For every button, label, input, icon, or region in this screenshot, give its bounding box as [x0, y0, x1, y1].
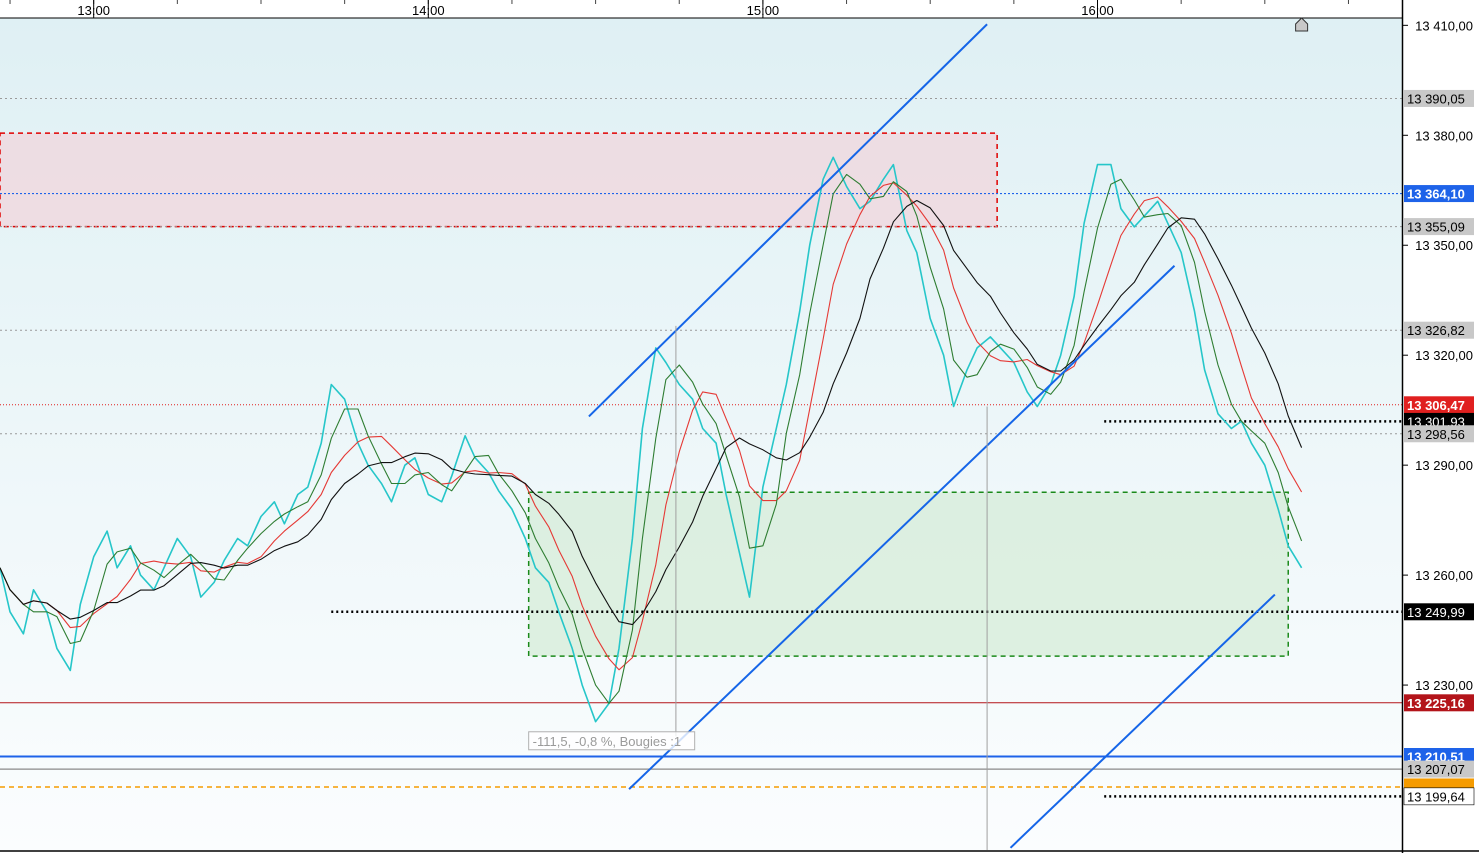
price-tag-label-7: 13 249,99 — [1407, 605, 1465, 620]
x-tick-label-1: 14:00 — [412, 3, 445, 18]
price-tag-label-3: 13 326,82 — [1407, 323, 1465, 338]
price-tag-label-0: 13 390,05 — [1407, 91, 1465, 106]
price-tag-label-4: 13 306,47 — [1407, 398, 1465, 413]
price-tag-label-12: 13 199,64 — [1407, 789, 1465, 804]
price-tag-label-8: 13 225,16 — [1407, 696, 1465, 711]
y-tick-label-1: 13 380,00 — [1415, 128, 1473, 143]
measure-label: -111,5, -0,8 %, Bougies :1 — [533, 734, 681, 749]
x-tick-label-0: 13:00 — [77, 3, 110, 18]
x-tick-label-2: 15:00 — [747, 3, 780, 18]
support-zone[interactable] — [527, 491, 1289, 657]
price-tag-label-1: 13 364,10 — [1407, 187, 1465, 202]
y-tick-label-5: 13 260,00 — [1415, 568, 1473, 583]
chart-canvas[interactable]: -111,5, -0,8 %, Bougies :1 13:00 14:00 15:… — [0, 0, 1479, 853]
y-tick-label-3: 13 320,00 — [1415, 348, 1473, 363]
x-axis-band — [0, 0, 1402, 18]
y-tick-label-2: 13 350,00 — [1415, 238, 1473, 253]
price-tag-label-2: 13 355,09 — [1407, 220, 1465, 235]
y-tick-label-4: 13 290,00 — [1415, 458, 1473, 473]
price-tag-label-6: 13 298,56 — [1407, 427, 1465, 442]
y-tick-label-6: 13 230,00 — [1415, 678, 1473, 693]
trading-chart[interactable]: -111,5, -0,8 %, Bougies :1 13:00 14:00 15:… — [0, 0, 1479, 853]
x-tick-label-3: 16:00 — [1081, 3, 1114, 18]
resistance-zone[interactable] — [0, 132, 998, 228]
y-tick-label-0: 13 410,00 — [1415, 18, 1473, 33]
price-tag-label-10: 13 207,07 — [1407, 762, 1465, 777]
